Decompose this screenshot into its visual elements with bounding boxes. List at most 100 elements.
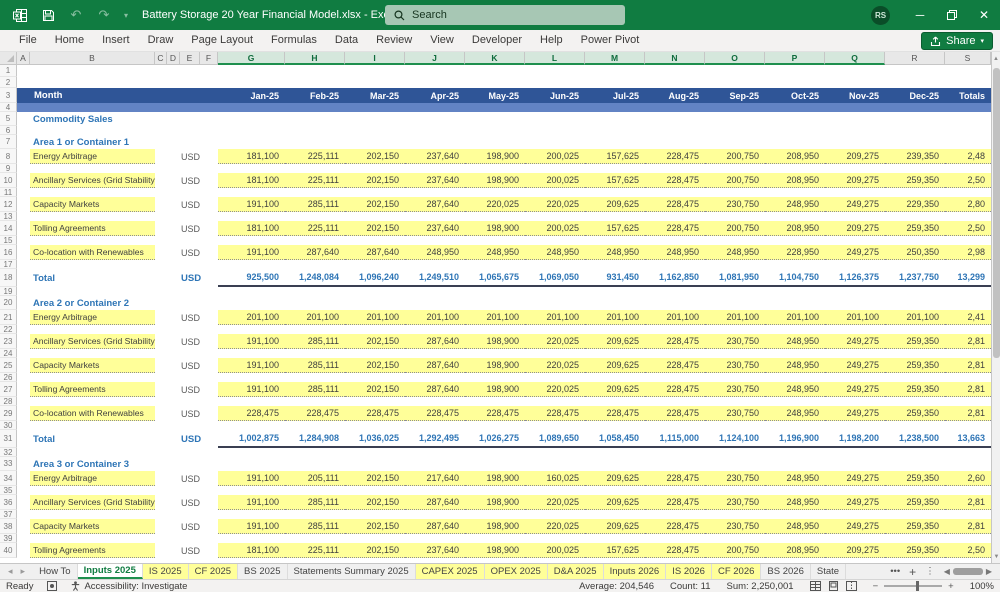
cell-O2[interactable]	[705, 77, 765, 88]
cell-A12[interactable]	[17, 197, 30, 212]
cell-F27[interactable]	[200, 382, 218, 397]
cell-Q2[interactable]	[825, 77, 885, 88]
cell-G31[interactable]: 1,002,875	[218, 430, 285, 448]
sheet-tab-bs-2025[interactable]: BS 2025	[238, 564, 288, 579]
cell-I40[interactable]: 202,150	[345, 543, 405, 558]
cell-K18[interactable]: 1,065,675	[465, 269, 525, 287]
cell-B23[interactable]: Ancillary Services (Grid Stability)	[30, 334, 155, 349]
cell-D38[interactable]	[167, 519, 180, 534]
cell-R11[interactable]	[885, 188, 945, 197]
cell-K20[interactable]	[465, 296, 525, 310]
cell-B8[interactable]: Energy Arbitrage	[30, 149, 155, 164]
cell-O39[interactable]	[705, 534, 765, 543]
sheet-tab-state[interactable]: State	[811, 564, 847, 579]
cell-H6[interactable]	[285, 126, 345, 135]
cell-K22[interactable]	[465, 325, 525, 334]
cell-E18[interactable]: USD	[180, 269, 201, 287]
cell-N11[interactable]	[645, 188, 705, 197]
cell-A14[interactable]	[17, 221, 30, 236]
cell-J5[interactable]	[405, 112, 465, 126]
cell-L8[interactable]: 200,025	[525, 149, 585, 164]
cell-I7[interactable]	[345, 135, 405, 149]
cell-R16[interactable]: 250,350	[885, 245, 945, 260]
cell-Q12[interactable]: 249,275	[825, 197, 885, 212]
cell-P22[interactable]	[765, 325, 825, 334]
cell-I4[interactable]	[345, 103, 405, 112]
cell-M9[interactable]	[585, 164, 645, 173]
cell-Q18[interactable]: 1,126,375	[825, 269, 885, 287]
cell-N3[interactable]: Aug-25	[645, 88, 705, 103]
cell-Q21[interactable]: 201,100	[825, 310, 885, 325]
cell-E17[interactable]	[180, 260, 200, 269]
cell-F34[interactable]	[200, 471, 218, 486]
cell-R24[interactable]	[885, 349, 945, 358]
cell-M17[interactable]	[585, 260, 645, 269]
cell-R39[interactable]	[885, 534, 945, 543]
cell-B29[interactable]: Co-location with Renewables	[30, 406, 155, 421]
cell-H31[interactable]: 1,284,908	[285, 430, 345, 448]
cell-Q19[interactable]	[825, 287, 885, 296]
cell-N34[interactable]: 228,475	[645, 471, 705, 486]
sheet-tab-cf-2025[interactable]: CF 2025	[188, 564, 239, 579]
cell-S6[interactable]	[945, 126, 991, 135]
cell-R4[interactable]	[885, 103, 945, 112]
cell-R34[interactable]: 259,350	[885, 471, 945, 486]
sheet-tab-how-to[interactable]: How To	[33, 564, 78, 579]
cell-B4[interactable]	[30, 103, 155, 112]
cell-D13[interactable]	[167, 212, 180, 221]
cell-O21[interactable]: 201,100	[705, 310, 765, 325]
cell-M14[interactable]: 157,625	[585, 221, 645, 236]
cell-O17[interactable]	[705, 260, 765, 269]
close-button[interactable]: ✕	[968, 0, 1000, 30]
cell-M30[interactable]	[585, 421, 645, 430]
cell-L30[interactable]	[525, 421, 585, 430]
row-header-24[interactable]: 24	[0, 349, 17, 358]
cell-M39[interactable]	[585, 534, 645, 543]
cell-E31[interactable]: USD	[180, 430, 201, 448]
accessibility-status[interactable]: Accessibility: Investigate	[71, 581, 187, 592]
row-header-37[interactable]: 37	[0, 510, 17, 519]
cell-B12[interactable]: Capacity Markets	[30, 197, 155, 212]
cell-B18[interactable]: Total	[30, 269, 155, 287]
cell-K3[interactable]: May-25	[465, 88, 525, 103]
cell-Q15[interactable]	[825, 236, 885, 245]
zoom-slider[interactable]	[884, 581, 943, 591]
cell-M5[interactable]	[585, 112, 645, 126]
more-tabs-icon[interactable]: •••	[890, 566, 900, 577]
cell-J35[interactable]	[405, 486, 465, 495]
sheet-tab-capex-2025[interactable]: CAPEX 2025	[415, 564, 485, 579]
cell-F16[interactable]	[200, 245, 218, 260]
cell-C27[interactable]	[155, 382, 167, 397]
cell-N25[interactable]: 228,475	[645, 358, 705, 373]
cell-C6[interactable]	[155, 126, 167, 135]
cell-L40[interactable]: 200,025	[525, 543, 585, 558]
cell-N18[interactable]: 1,162,850	[645, 269, 705, 287]
cell-P12[interactable]: 248,950	[765, 197, 825, 212]
cell-A37[interactable]	[17, 510, 30, 519]
cell-F1[interactable]	[200, 65, 218, 77]
cell-B9[interactable]	[30, 164, 155, 173]
cell-N10[interactable]: 228,475	[645, 173, 705, 188]
cell-N15[interactable]	[645, 236, 705, 245]
cell-O37[interactable]	[705, 510, 765, 519]
cell-L16[interactable]: 248,950	[525, 245, 585, 260]
cell-R37[interactable]	[885, 510, 945, 519]
cell-O18[interactable]: 1,081,950	[705, 269, 765, 287]
cell-J39[interactable]	[405, 534, 465, 543]
cell-E15[interactable]	[180, 236, 200, 245]
status-average[interactable]: Average: 204,546	[579, 581, 654, 592]
cell-P19[interactable]	[765, 287, 825, 296]
cell-I32[interactable]	[345, 448, 405, 457]
cell-M6[interactable]	[585, 126, 645, 135]
ribbon-tab-formulas[interactable]: Formulas	[262, 30, 326, 51]
cell-E19[interactable]	[180, 287, 200, 296]
cell-H20[interactable]	[285, 296, 345, 310]
cell-G30[interactable]	[218, 421, 285, 430]
cell-J22[interactable]	[405, 325, 465, 334]
cell-D8[interactable]	[167, 149, 180, 164]
cell-E35[interactable]	[180, 486, 200, 495]
cell-D23[interactable]	[167, 334, 180, 349]
cell-A31[interactable]	[17, 430, 30, 448]
cell-P23[interactable]: 248,950	[765, 334, 825, 349]
cell-A19[interactable]	[17, 287, 30, 296]
